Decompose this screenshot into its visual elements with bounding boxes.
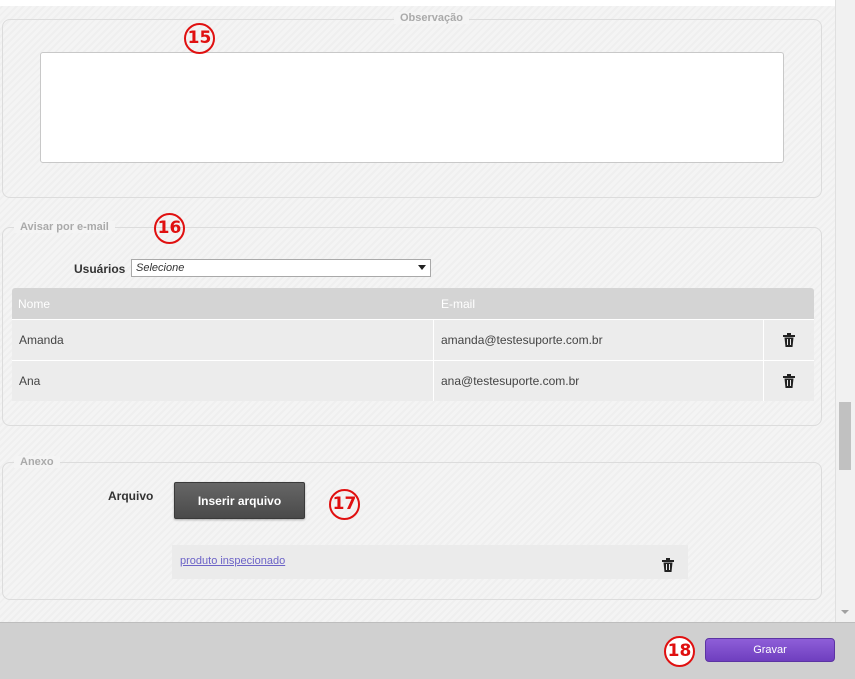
scroll-down-arrow-icon[interactable] <box>841 610 849 614</box>
file-label: Arquivo <box>108 489 154 503</box>
email-legend: Avisar por e-mail <box>14 221 115 233</box>
users-select[interactable]: Selecione <box>131 259 431 277</box>
column-email-header: E-mail <box>441 297 476 311</box>
top-strip <box>0 0 855 6</box>
attachment-row: produto inspecionado <box>172 545 688 579</box>
users-label: Usuários <box>74 262 126 276</box>
row-email: ana@testesuporte.com.br <box>441 374 580 388</box>
table-row: Ana ana@testesuporte.com.br <box>12 360 814 401</box>
vertical-scrollbar[interactable] <box>835 0 855 622</box>
insert-file-button[interactable]: Inserir arquivo <box>174 482 305 519</box>
anexo-legend: Anexo <box>14 456 60 468</box>
annotation-17: 17 <box>329 489 360 520</box>
scroll-thumb[interactable] <box>839 402 851 470</box>
trash-icon[interactable] <box>783 374 795 388</box>
column-name-header: Nome <box>18 297 51 311</box>
table-row: Amanda amanda@testesuporte.com.br <box>12 319 814 360</box>
chevron-down-icon <box>418 265 426 270</box>
column-divider <box>433 320 434 360</box>
footer-bar: 18 Gravar <box>0 622 855 679</box>
trash-icon[interactable] <box>783 333 795 347</box>
observacao-textarea[interactable] <box>40 52 784 163</box>
annotation-18: 18 <box>664 636 695 667</box>
annotation-16: 16 <box>154 213 185 244</box>
column-divider <box>763 320 764 360</box>
annotation-15: 15 <box>184 23 215 54</box>
row-name: Ana <box>19 374 41 388</box>
row-email: amanda@testesuporte.com.br <box>441 333 603 347</box>
observacao-legend: Observação <box>394 12 469 24</box>
column-divider <box>433 361 434 401</box>
attachment-link[interactable]: produto inspecionado <box>180 555 285 567</box>
row-name: Amanda <box>19 333 64 347</box>
anexo-fieldset <box>2 462 822 600</box>
users-table: Nome E-mail Amanda amanda@testesuporte.c… <box>12 288 814 401</box>
save-button[interactable]: Gravar <box>705 638 835 662</box>
users-select-value: Selecione <box>136 262 185 274</box>
trash-icon[interactable] <box>662 558 674 572</box>
table-header: Nome E-mail <box>12 288 814 319</box>
column-divider <box>763 361 764 401</box>
